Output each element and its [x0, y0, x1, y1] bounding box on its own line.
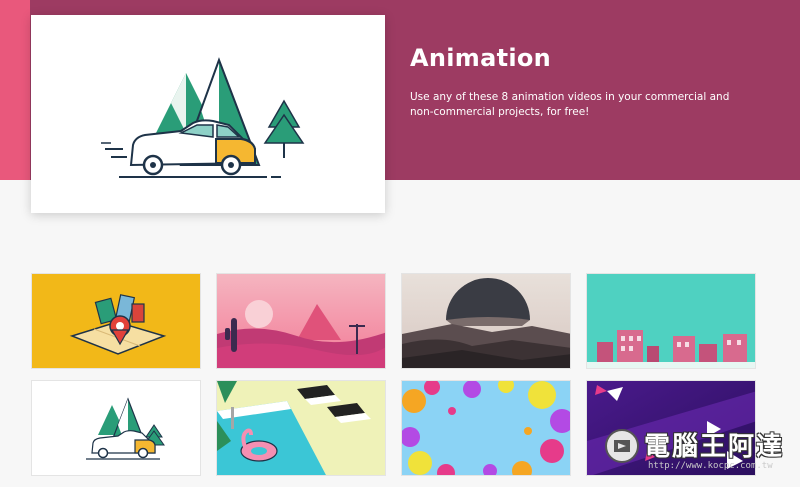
- watermark-logo: 電腦王阿達 http://www.kocpc.com.tw: [600, 420, 792, 480]
- watermark-text: 電腦王阿達: [644, 432, 785, 462]
- thumbnail-colorful-dots[interactable]: [401, 380, 571, 476]
- thumbnail-pool-flamingo[interactable]: [216, 380, 386, 476]
- car-mountains-illustration: [101, 57, 305, 178]
- thumbnail-town-street[interactable]: [586, 273, 756, 369]
- thumbnail-mountain-landscape[interactable]: [401, 273, 571, 369]
- page-title: Animation: [410, 44, 552, 72]
- thumbnail-pink-desert[interactable]: [216, 273, 386, 369]
- watermark-url: http://www.kocpc.com.tw: [648, 461, 773, 471]
- hero-illustration-card: [31, 15, 385, 213]
- page-description: Use any of these 8 animation videos in y…: [410, 91, 730, 118]
- thumbnail-travel-map[interactable]: [31, 273, 201, 369]
- thumbnail-car-mountains[interactable]: [31, 380, 201, 476]
- watermark-emblem-icon: [605, 429, 639, 463]
- header-accent-stripe: [0, 0, 30, 180]
